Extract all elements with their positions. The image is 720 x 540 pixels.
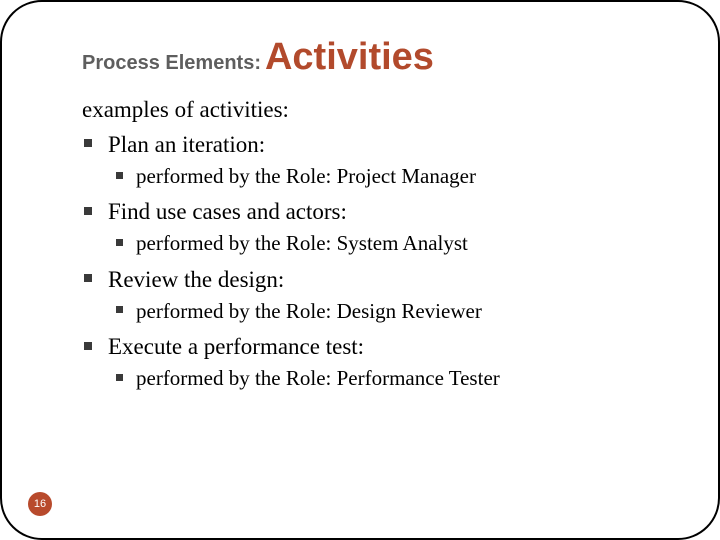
list-item: performed by the Role: Design Reviewer [114,297,668,325]
list-item-sublabel: performed by the Role: Project Manager [136,164,476,188]
list-item: Review the design: performed by the Role… [82,264,668,325]
list-item-sublabel: performed by the Role: Performance Teste… [136,366,500,390]
list-item: performed by the Role: Performance Teste… [114,364,668,392]
list-item: Execute a performance test: performed by… [82,331,668,392]
slide-title: Process Elements: Activities [82,38,668,76]
list-item-label: Execute a performance test: [108,334,364,359]
title-main: Activities [265,36,434,78]
list-item-label: Plan an iteration: [108,132,265,157]
slide-frame: Process Elements: Activities examples of… [0,0,720,540]
slide-body: examples of activities: Plan an iteratio… [82,94,668,393]
intro-text: examples of activities: [82,94,668,125]
list-item-label: Review the design: [108,267,284,292]
list-item-sublabel: performed by the Role: System Analyst [136,231,468,255]
title-prefix: Process Elements: [82,52,261,74]
list-item-label: Find use cases and actors: [108,199,347,224]
page-number-badge: 16 [28,492,52,516]
list-item: Plan an iteration: performed by the Role… [82,129,668,190]
list-item: performed by the Role: System Analyst [114,229,668,257]
activity-list: Plan an iteration: performed by the Role… [82,129,668,393]
list-item-sublabel: performed by the Role: Design Reviewer [136,299,482,323]
list-item: performed by the Role: Project Manager [114,162,668,190]
list-item: Find use cases and actors: performed by … [82,196,668,257]
